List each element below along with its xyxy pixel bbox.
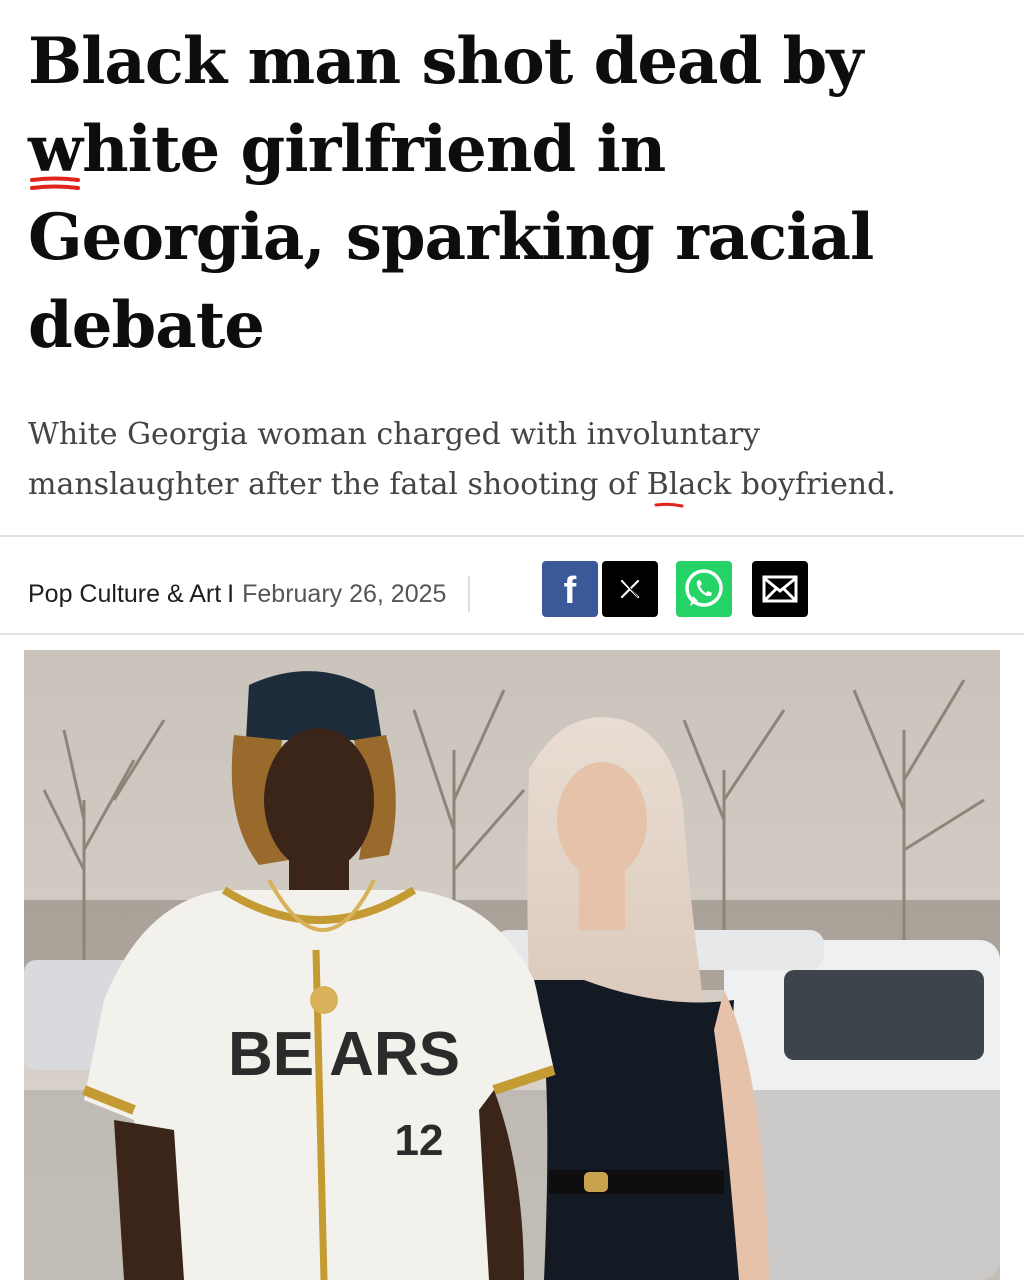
headline-line: white girlfriend in [28,112,666,187]
subheadline-line: manslaughter after the fatal shooting of… [28,467,896,502]
article-subheadline: White Georgia woman charged with involun… [28,410,988,510]
article-photo: BE ARS 12 [24,650,1000,1280]
publish-date: February 26, 2025 [242,579,447,608]
whatsapp-icon [685,569,723,607]
facebook-share-button[interactable]: f [542,561,598,617]
x-share-button[interactable] [602,561,658,617]
headline-line: debate [28,288,265,363]
divider [468,576,471,612]
facebook-icon: f [564,570,577,609]
jersey-number: 12 [395,1116,444,1165]
red-underline-mark [30,176,80,190]
x-icon [620,579,640,599]
divider [0,535,1024,537]
share-buttons: f [542,561,808,617]
article-headline: Black man shot dead by white girlfriend … [28,18,988,370]
subheadline-line: White Georgia woman charged with involun… [28,417,760,452]
mail-icon [762,575,798,603]
meta-separator: I [227,579,235,608]
category-link[interactable]: Pop Culture & Art [28,580,221,609]
headline-line: Black man shot dead by [28,24,863,99]
article-meta: Pop Culture & Art I February 26, 2025 [28,574,490,614]
headline-line: Georgia, sparking racial [28,200,874,275]
jersey-text: BE ARS [228,1020,460,1089]
email-share-button[interactable] [752,561,808,617]
couple-photo: BE ARS 12 [24,650,1000,1280]
divider [0,633,1024,635]
svg-text:f: f [564,570,577,609]
whatsapp-share-button[interactable] [676,561,732,617]
red-underline-mark [654,502,684,508]
